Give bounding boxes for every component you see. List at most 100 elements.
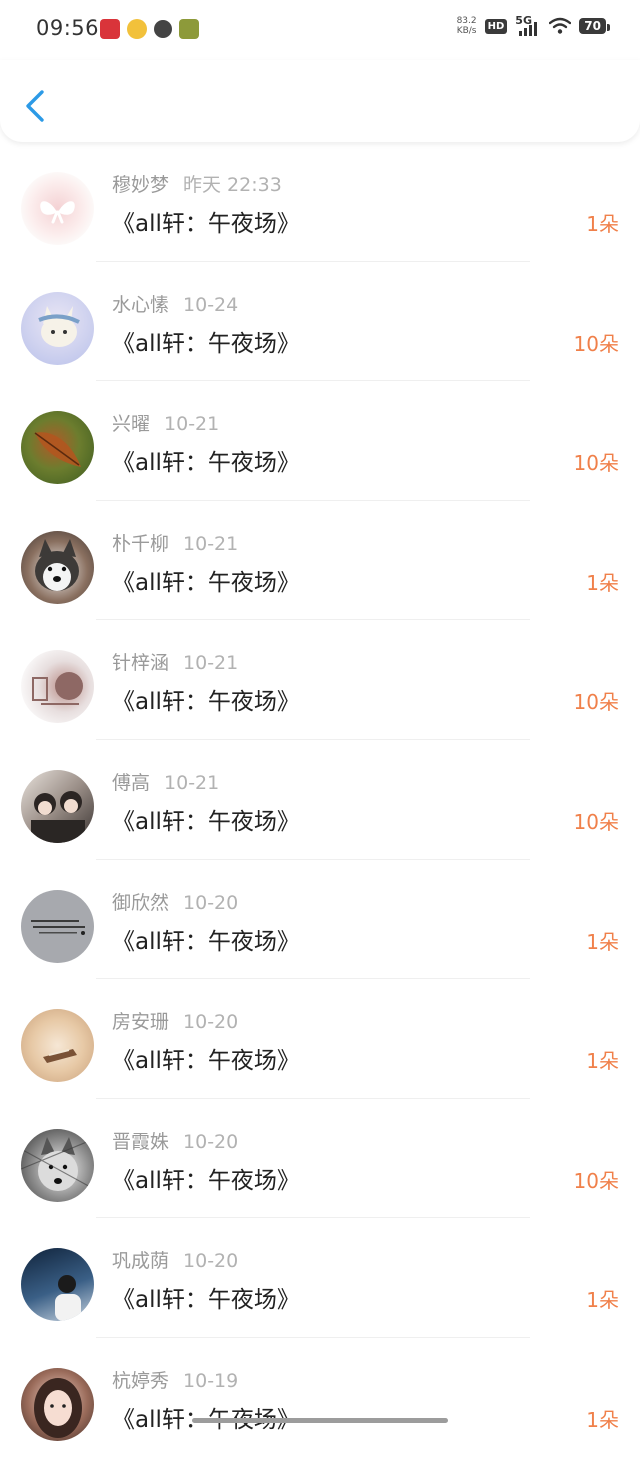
avatar[interactable] [21,1248,94,1322]
network-speed: 83.2 KB/s [457,16,477,36]
flower-count: 10朵 [573,809,619,834]
flower-count: 1朵 [586,570,619,595]
avatar[interactable] [21,530,94,604]
user-name[interactable]: 巩成荫 [112,1250,169,1272]
user-name[interactable]: 杭婷秀 [112,1370,169,1392]
user-name[interactable]: 水心愫 [112,294,169,316]
work-title[interactable]: 《all轩：午夜场》 [112,922,300,956]
list-item[interactable]: 傅高 10-21 《all轩：午夜场》 10朵 [0,740,640,860]
back-button[interactable] [20,88,50,124]
list-item[interactable]: 水心愫 10-24 《all轩：午夜场》 10朵 [0,262,640,382]
item-date: 10-19 [183,1369,239,1392]
item-meta: 杭婷秀 10-19 [112,1366,238,1393]
user-name[interactable]: 穆妙梦 [112,174,169,196]
user-name[interactable]: 傅高 [112,772,150,794]
weibo-icon [127,19,147,39]
cartoon-cat-avatar-image [38,305,80,347]
item-date: 10-21 [183,532,239,555]
avatar[interactable] [21,889,94,963]
user-name[interactable]: 御欣然 [112,892,169,914]
work-title[interactable]: 《all轩：午夜场》 [112,324,300,358]
item-meta: 晋霞姝 10-20 [112,1127,238,1154]
user-name[interactable]: 朴千柳 [112,533,169,555]
wolf-dog-avatar-image [21,1136,94,1191]
item-date: 10-20 [183,891,239,914]
item-date: 昨天 22:33 [183,174,282,196]
system-status: 83.2 KB/s HD 5G 70 [457,14,610,36]
status-bar: 09:56 83.2 KB/s HD 5G 70 [0,0,640,60]
app-notification-icon [100,19,120,39]
flower-count: 1朵 [586,1407,619,1432]
husky-dog-avatar-image [35,538,79,591]
list-item[interactable]: 巩成荫 10-20 《all轩：午夜场》 1朵 [0,1218,640,1338]
list-item[interactable]: 房安珊 10-20 《all轩：午夜场》 1朵 [0,979,640,1099]
work-title[interactable]: 《all轩：午夜场》 [112,1161,300,1195]
text-picture-avatar-image [31,919,85,935]
flower-count: 10朵 [573,451,619,476]
work-title[interactable]: 《all轩：午夜场》 [112,443,300,477]
user-name[interactable]: 兴曜 [112,413,150,435]
app-notification-icon [154,20,172,38]
butterfly-avatar-image [40,201,75,224]
avatar[interactable] [21,769,94,843]
item-date: 10-24 [183,293,239,316]
cellular-signal-icon: 5G [515,14,541,36]
work-title[interactable]: 《all轩：午夜场》 [112,563,300,597]
list-item[interactable]: 穆妙梦 昨天 22:33 《all轩：午夜场》 1朵 [0,142,640,262]
flower-count: 1朵 [586,212,619,236]
avatar[interactable] [21,411,94,485]
avatar[interactable] [21,1009,94,1083]
network-speed-value: 83.2 [456,16,477,26]
flower-count: 1朵 [586,1288,619,1313]
avatar[interactable] [21,291,94,365]
flower-count: 1朵 [586,929,619,954]
work-title[interactable]: 《all轩：午夜场》 [112,1280,300,1314]
two-girls-avatar-image [31,790,85,843]
item-date: 10-21 [164,413,220,436]
status-time: 09:56 [36,16,100,40]
item-date: 10-21 [164,771,220,794]
work-title[interactable]: 《all轩：午夜场》 [112,802,300,836]
still-life-avatar-image [43,1049,77,1064]
avatar[interactable] [21,172,94,245]
list-item[interactable]: 晋霞姝 10-20 《all轩：午夜场》 10朵 [0,1099,640,1219]
avatar[interactable] [21,1367,94,1441]
girl-portrait-avatar-image [34,1377,82,1438]
list-item[interactable]: 兴曜 10-21 《all轩：午夜场》 10朵 [0,381,640,501]
work-title[interactable]: 《all轩：午夜场》 [112,204,300,238]
avatar[interactable] [21,650,94,724]
list-item[interactable]: 针梓涵 10-21 《all轩：午夜场》 10朵 [0,620,640,740]
chevron-left-icon [26,90,44,122]
network-speed-unit: KB/s [456,26,477,36]
item-meta: 针梓涵 10-21 [112,648,238,675]
flower-count: 10朵 [573,1168,619,1193]
work-title[interactable]: 《all轩：午夜场》 [112,1400,300,1434]
hd-badge: HD [484,18,508,34]
item-date: 10-20 [183,1130,239,1153]
item-meta: 御欣然 10-20 [112,888,238,915]
work-title[interactable]: 《all轩：午夜场》 [112,1041,300,1075]
game-notification-icon [179,19,199,39]
list-item[interactable]: 朴千柳 10-21 《all轩：午夜场》 1朵 [0,501,640,621]
item-meta: 朴千柳 10-21 [112,529,238,556]
user-name[interactable]: 晋霞姝 [112,1131,169,1153]
user-name[interactable]: 房安珊 [112,1011,169,1033]
item-date: 10-20 [183,1011,239,1034]
avatar[interactable] [21,1128,94,1202]
flower-count: 10朵 [573,690,619,715]
list-item[interactable]: 御欣然 10-20 《all轩：午夜场》 1朵 [0,860,640,980]
notification-icons [100,19,199,39]
work-title[interactable]: 《all轩：午夜场》 [112,682,300,716]
list-item[interactable]: 杭婷秀 10-19 《all轩：午夜场》 1朵 [0,1338,640,1458]
item-meta: 兴曜 10-21 [112,409,219,436]
nav-header [0,60,640,142]
item-meta: 房安珊 10-20 [112,1007,238,1034]
item-date: 10-20 [183,1250,239,1273]
flower-count: 1朵 [586,1049,619,1074]
leaf-avatar-image [34,432,81,468]
gift-record-list: 穆妙梦 昨天 22:33 《all轩：午夜场》 1朵 水心愫 10-24 《all轩… [0,142,640,1458]
item-date: 10-21 [183,652,239,675]
user-name[interactable]: 针梓涵 [112,652,169,674]
item-meta: 巩成荫 10-20 [112,1246,238,1273]
home-indicator[interactable] [192,1418,448,1423]
